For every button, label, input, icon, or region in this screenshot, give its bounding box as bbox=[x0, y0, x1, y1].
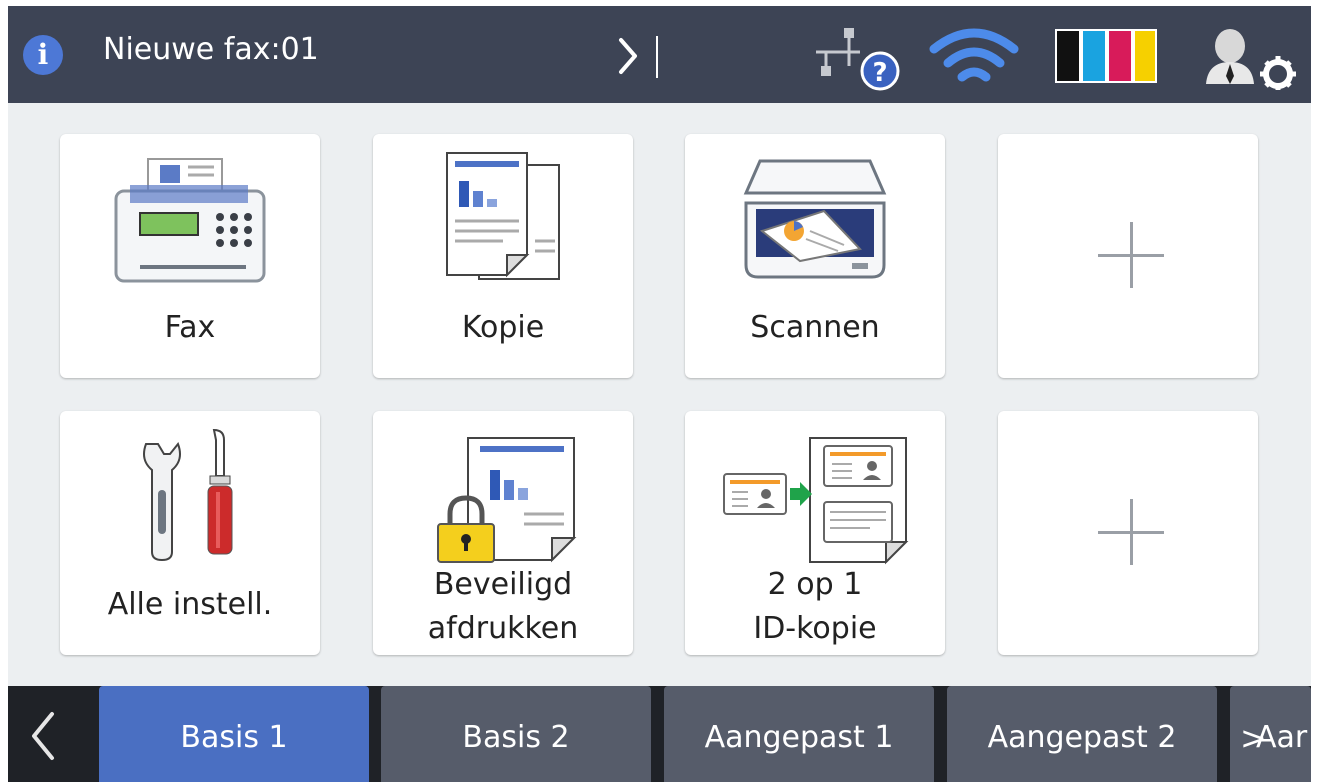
secure-print-tile-label: Beveiligd afdrukken bbox=[373, 563, 633, 651]
fax-status-message[interactable]: Nieuwe fax:01 bbox=[103, 32, 319, 67]
tools-icon bbox=[143, 428, 233, 562]
plus-icon bbox=[1098, 222, 1164, 288]
id-copy-icon bbox=[723, 437, 909, 565]
id-copy-tile-label: 2 op 1 ID-kopie bbox=[685, 563, 945, 651]
secure-print-label-line-1: Beveiligd bbox=[433, 567, 573, 602]
tab-aangepast-2[interactable]: Aangepast 2 bbox=[947, 686, 1217, 782]
network-badge: ? bbox=[872, 58, 887, 88]
admin-settings-icon[interactable] bbox=[1196, 24, 1296, 90]
add-shortcut-tile-2[interactable] bbox=[998, 411, 1258, 655]
tab-aangepast-1[interactable]: Aangepast 1 bbox=[664, 686, 934, 782]
scan-tile[interactable]: Scannen bbox=[685, 134, 945, 378]
secure-print-tile[interactable]: Beveiligd afdrukken bbox=[373, 411, 633, 655]
all-settings-tile[interactable]: Alle instell. bbox=[60, 411, 320, 655]
wired-network-unknown-icon[interactable]: ? bbox=[808, 26, 908, 92]
add-shortcut-tile-1[interactable] bbox=[998, 134, 1258, 378]
tab-prev-arrow-icon[interactable] bbox=[22, 708, 62, 764]
fax-tile-label: Fax bbox=[164, 310, 216, 345]
id-copy-label-line-2: ID-kopie bbox=[753, 611, 877, 646]
copy-tile[interactable]: Kopie bbox=[373, 134, 633, 378]
wifi-icon[interactable] bbox=[928, 25, 1020, 89]
tab-next-partial-label: Aar bbox=[1256, 720, 1308, 755]
secure-print-label-line-2: afdrukken bbox=[427, 611, 579, 646]
fax-tile[interactable]: Fax bbox=[60, 134, 320, 378]
plus-icon bbox=[1098, 499, 1164, 565]
tab-next-partial[interactable]: > Aar bbox=[1230, 686, 1311, 782]
scanner-icon bbox=[743, 159, 887, 279]
copy-icon bbox=[446, 152, 560, 280]
ink-levels-icon[interactable] bbox=[1054, 28, 1158, 84]
tab-bar: Basis 1 Basis 2 Aangepast 1 Aangepast 2 … bbox=[8, 686, 1311, 782]
copy-tile-label: Kopie bbox=[461, 310, 545, 345]
info-icon[interactable]: i bbox=[23, 35, 63, 75]
status-detail-arrow-icon[interactable] bbox=[613, 34, 663, 78]
scan-tile-label: Scannen bbox=[750, 310, 880, 345]
tab-basis-2[interactable]: Basis 2 bbox=[381, 686, 651, 782]
secure-print-icon bbox=[437, 437, 577, 563]
all-settings-tile-label: Alle instell. bbox=[107, 587, 273, 622]
lcd-screen: i Nieuwe fax:01 ? Fax Kopie Scannen Alle… bbox=[8, 6, 1311, 782]
id-copy-label-line-1: 2 op 1 bbox=[767, 567, 863, 602]
status-bar: i Nieuwe fax:01 ? bbox=[8, 6, 1311, 103]
fax-icon bbox=[114, 158, 266, 283]
id-copy-tile[interactable]: 2 op 1 ID-kopie bbox=[685, 411, 945, 655]
tab-basis-1[interactable]: Basis 1 bbox=[99, 686, 369, 782]
